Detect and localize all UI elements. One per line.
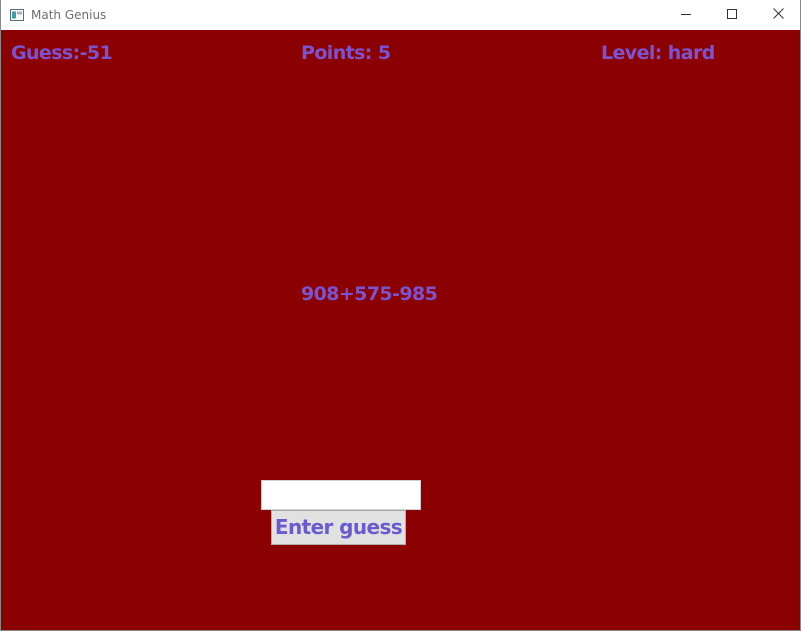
title-bar[interactable]: Math Genius <box>1 0 800 30</box>
minimize-button[interactable] <box>663 0 709 29</box>
guess-label: Guess:-51 <box>11 42 113 64</box>
window-title: Math Genius <box>31 8 107 22</box>
level-label: Level: hard <box>601 42 715 64</box>
points-label: Points: 5 <box>301 42 391 64</box>
game-canvas: Guess:-51 Points: 5 Level: hard 908+575-… <box>1 30 800 630</box>
guess-input[interactable] <box>261 480 421 510</box>
close-icon <box>772 6 784 24</box>
maximize-icon <box>727 6 737 24</box>
enter-guess-button[interactable]: Enter guess <box>271 510 406 545</box>
maximize-button[interactable] <box>709 0 755 29</box>
app-window: Math Genius Guess:-51 Points: 5 Level: h… <box>0 0 801 631</box>
minimize-icon <box>681 6 691 24</box>
app-window-icon <box>10 8 24 21</box>
close-button[interactable] <box>755 0 800 29</box>
math-problem: 908+575-985 <box>301 283 438 305</box>
